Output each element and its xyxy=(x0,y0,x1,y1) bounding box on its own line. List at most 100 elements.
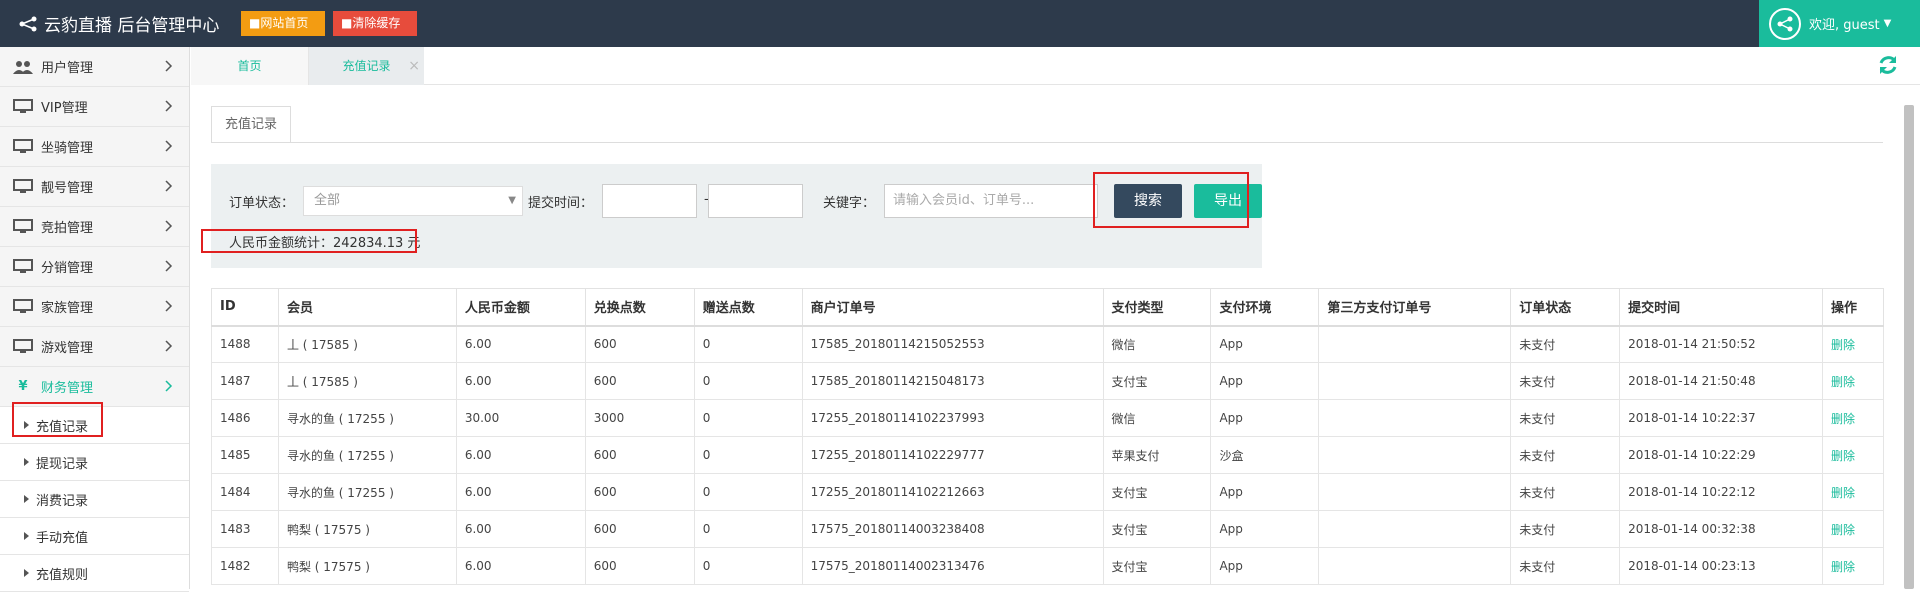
end-time-input[interactable] xyxy=(708,184,803,218)
table-cell: App xyxy=(1210,325,1320,363)
table-cell: 0 xyxy=(693,473,803,511)
table-cell xyxy=(1318,399,1512,437)
delete-link[interactable]: 删除 xyxy=(1821,473,1885,511)
table-cell: 3000 xyxy=(584,399,695,437)
col-id[interactable]: ID xyxy=(211,288,279,327)
table-row: 1482 鸭梨 ( 17575 ) 6.00 600 0 17575_2018011400… xyxy=(211,547,1885,585)
col-order-no[interactable]: 商户订单号 xyxy=(801,288,1104,327)
col-third-order[interactable]: 第三方支付订单号 xyxy=(1318,288,1512,327)
monitor-icon xyxy=(12,299,34,315)
sidebar-item-vip[interactable]: VIP管理 xyxy=(0,87,189,127)
user-menu[interactable]: 欢迎, guest ▼ xyxy=(1759,0,1920,47)
table-cell: 1486 xyxy=(211,399,279,437)
table-cell: 2018-01-14 21:50:48 xyxy=(1619,362,1823,400)
delete-link[interactable]: 删除 xyxy=(1821,510,1885,548)
col-pay-type[interactable]: 支付类型 xyxy=(1102,288,1212,327)
keyword-input[interactable]: 请输入会员id、订单号... xyxy=(884,184,1098,218)
table-cell: 0 xyxy=(693,325,803,363)
table-cell: 600 xyxy=(584,510,695,548)
table-cell: 鸭梨 ( 17575 ) xyxy=(277,510,457,548)
caret-right-icon xyxy=(24,532,29,540)
col-status[interactable]: 订单状态 xyxy=(1510,288,1621,327)
table-cell: 2018-01-14 10:22:29 xyxy=(1619,436,1823,474)
table-cell: 未支付 xyxy=(1510,362,1621,400)
table-cell: 0 xyxy=(693,399,803,437)
order-status-select[interactable]: 全部 ▼ xyxy=(303,186,523,216)
welcome-text: 欢迎, guest xyxy=(1809,18,1880,33)
table-cell: 600 xyxy=(584,473,695,511)
table-cell: 17575_20180114003238408 xyxy=(801,510,1104,548)
share-icon xyxy=(18,16,38,32)
chevron-right-icon xyxy=(165,180,173,196)
chevron-right-icon xyxy=(165,60,173,76)
table-row: 1486 寻水的鱼 ( 17255 ) 30.00 3000 0 17255_201801… xyxy=(211,399,1885,437)
table-row: 1485 寻水的鱼 ( 17255 ) 6.00 600 0 17255_20180114… xyxy=(211,436,1885,474)
sidebar-item-pretty-ids[interactable]: 靓号管理 xyxy=(0,167,189,207)
sidebar-sub-consume-records[interactable]: 消费记录 xyxy=(0,481,189,518)
col-points[interactable]: 兑换点数 xyxy=(584,288,695,327)
table-row: 1483 鸭梨 ( 17575 ) 6.00 600 0 17575_2018011400… xyxy=(211,510,1885,548)
delete-link[interactable]: 删除 xyxy=(1821,325,1885,363)
table-cell: 微信 xyxy=(1102,325,1212,363)
sidebar-item-family[interactable]: 家族管理 xyxy=(0,287,189,327)
table-row: 1487 丄 ( 17585 ) 6.00 600 0 17585_20180114215… xyxy=(211,362,1885,400)
table-cell: 支付宝 xyxy=(1102,547,1212,585)
website-home-button[interactable]: ■网站首页 xyxy=(241,11,325,36)
table-cell: 0 xyxy=(693,547,803,585)
table-cell: 6.00 xyxy=(455,325,586,363)
col-bonus[interactable]: 赠送点数 xyxy=(693,288,803,327)
sidebar-sub-manual-recharge[interactable]: 手动充值 xyxy=(0,518,189,555)
col-time[interactable]: 提交时间 xyxy=(1619,288,1823,327)
sidebar-item-users[interactable]: 用户管理 xyxy=(0,47,189,87)
col-member[interactable]: 会员 xyxy=(277,288,457,327)
table-cell: 17255_20180114102229777 xyxy=(801,436,1104,474)
table-cell: App xyxy=(1210,510,1320,548)
table-cell: 支付宝 xyxy=(1102,510,1212,548)
refresh-icon[interactable] xyxy=(1876,53,1900,81)
table-cell: 6.00 xyxy=(455,362,586,400)
monitor-icon xyxy=(12,339,34,355)
sidebar-item-auction[interactable]: 竞拍管理 xyxy=(0,207,189,247)
table-cell: 丄 ( 17585 ) xyxy=(277,325,457,363)
delete-link[interactable]: 删除 xyxy=(1821,399,1885,437)
sidebar-item-finance[interactable]: ¥ 财务管理 xyxy=(0,367,189,407)
delete-link[interactable]: 删除 xyxy=(1821,362,1885,400)
tab-recharge-records[interactable]: 充值记录 × xyxy=(309,47,424,85)
col-rmb[interactable]: 人民币金额 xyxy=(455,288,586,327)
monitor-icon xyxy=(12,99,34,115)
sidebar-item-games[interactable]: 游戏管理 xyxy=(0,327,189,367)
brand: 云豹直播 后台管理中心 xyxy=(18,0,219,47)
table-cell: 0 xyxy=(693,362,803,400)
caret-right-icon xyxy=(24,495,29,503)
delete-link[interactable]: 删除 xyxy=(1821,436,1885,474)
users-icon xyxy=(12,59,34,75)
sidebar-sub-recharge-rules[interactable]: 充值规则 xyxy=(0,555,189,592)
chevron-right-icon xyxy=(165,140,173,156)
table-cell xyxy=(1318,510,1512,548)
tab-home[interactable]: 首页 xyxy=(191,47,309,85)
monitor-icon xyxy=(12,219,34,235)
start-time-input[interactable] xyxy=(602,184,697,218)
sidebar-item-distribution[interactable]: 分销管理 xyxy=(0,247,189,287)
highlight-box xyxy=(12,402,103,437)
inner-tab-recharge-records[interactable]: 充值记录 xyxy=(211,106,291,143)
table-cell: 1485 xyxy=(211,436,279,474)
sidebar-item-mounts[interactable]: 坐骑管理 xyxy=(0,127,189,167)
table-cell: 600 xyxy=(584,325,695,363)
close-icon[interactable]: × xyxy=(408,47,420,85)
table-cell: 支付宝 xyxy=(1102,362,1212,400)
scrollbar[interactable] xyxy=(1904,105,1914,589)
sidebar-item-label: 用户管理 xyxy=(41,61,94,76)
sidebar-sub-label: 充值规则 xyxy=(36,567,89,583)
col-pay-env[interactable]: 支付环境 xyxy=(1210,288,1320,327)
table-cell: 支付宝 xyxy=(1102,473,1212,511)
table-cell: 丄 ( 17585 ) xyxy=(277,362,457,400)
col-actions: 操作 xyxy=(1821,288,1885,327)
highlight-box xyxy=(201,229,417,253)
delete-link[interactable]: 删除 xyxy=(1821,547,1885,585)
clear-cache-button[interactable]: ■清除缓存 xyxy=(333,11,417,36)
top-bar: 云豹直播 后台管理中心 ■网站首页 ■清除缓存 欢迎, guest ▼ xyxy=(0,0,1920,47)
sidebar-sub-withdraw-records[interactable]: 提现记录 xyxy=(0,444,189,481)
table-cell: App xyxy=(1210,362,1320,400)
table-cell: 600 xyxy=(584,436,695,474)
